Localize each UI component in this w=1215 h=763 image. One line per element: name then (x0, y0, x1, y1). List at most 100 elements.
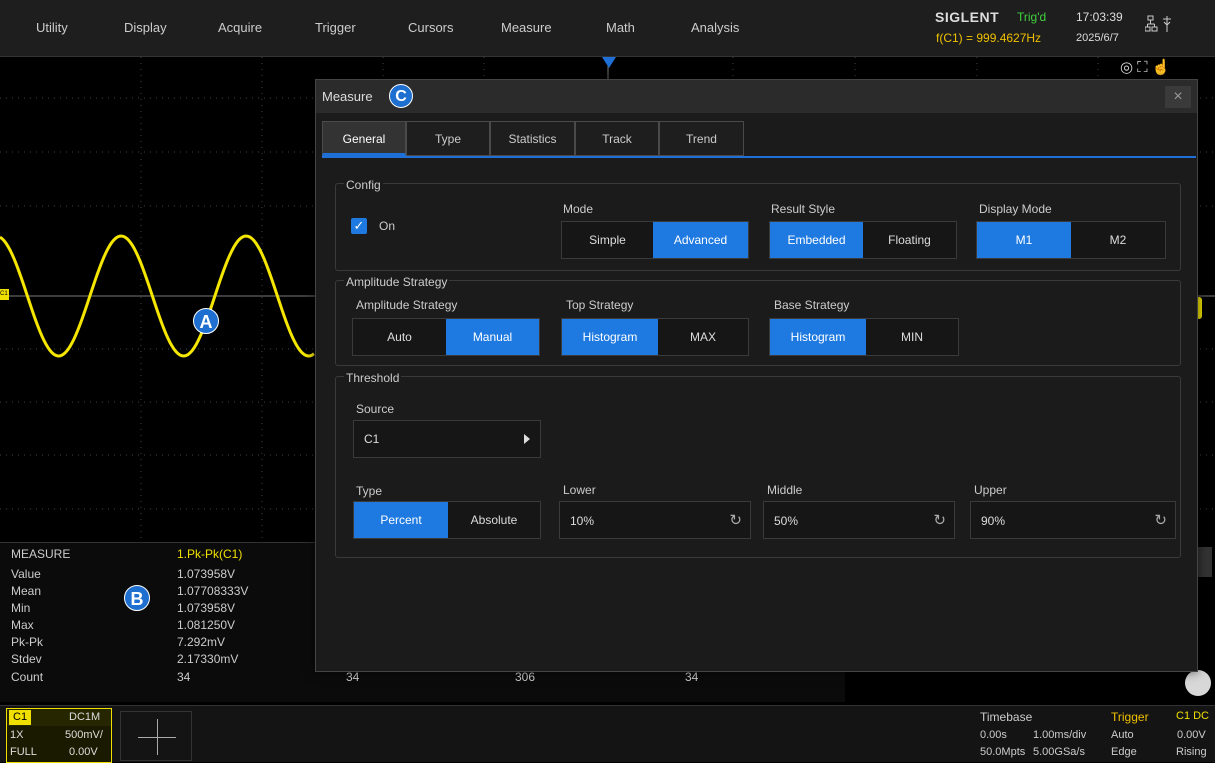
display-mode-m2-option[interactable]: M2 (1071, 222, 1165, 258)
dialog-titlebar[interactable]: Measure C × (316, 80, 1197, 113)
timebase-scale: 1.00ms/div (1033, 729, 1087, 741)
result-style-label: Result Style (771, 202, 836, 216)
top-histogram-option[interactable]: Histogram (562, 319, 658, 355)
amplitude-section-title: Amplitude Strategy (344, 275, 450, 289)
on-label: On (379, 219, 396, 233)
callout-marker-b: B (124, 585, 150, 611)
row-label: Stdev (11, 652, 42, 666)
row-label: Min (11, 601, 31, 615)
middle-threshold-input[interactable]: 50% ↻ (763, 501, 955, 539)
lower-threshold-input[interactable]: 10% ↻ (559, 501, 751, 539)
trigger-position-marker[interactable] (602, 57, 616, 68)
row-value: 1.073958V (177, 601, 236, 615)
source-dropdown[interactable]: C1 (353, 420, 541, 458)
source-label: Source (356, 402, 395, 416)
mode-advanced-option[interactable]: Advanced (653, 222, 748, 258)
plus-icon-stem (157, 719, 158, 755)
top-strategy-selector: Histogram MAX (561, 318, 749, 356)
bottom-status-bar: C1 DC1M 1X 500mV/ FULL 0.00V Timebase 0.… (0, 705, 1215, 763)
knob-adjust-icon[interactable]: ↻ (1154, 511, 1167, 529)
amplitude-manual-option[interactable]: Manual (446, 319, 539, 355)
result-style-embedded-option[interactable]: Embedded (770, 222, 863, 258)
ch1-offset: 0.00V (69, 746, 98, 758)
timebase-title[interactable]: Timebase (980, 710, 1032, 724)
row-label: Count (11, 670, 44, 684)
fullscreen-icon[interactable]: ⛶ (1137, 59, 1152, 76)
type-absolute-option[interactable]: Absolute (448, 502, 540, 538)
tab-trend[interactable]: Trend (659, 121, 744, 156)
amplitude-auto-option[interactable]: Auto (353, 319, 446, 355)
tab-track[interactable]: Track (575, 121, 659, 156)
menu-acquire[interactable]: Acquire (218, 0, 262, 57)
tab-statistics[interactable]: Statistics (490, 121, 575, 156)
lower-label: Lower (563, 483, 596, 497)
upper-value: 90% (981, 514, 1006, 528)
menu-utility[interactable]: Utility (36, 0, 68, 57)
row-value: 1.073958V (177, 567, 236, 581)
row-value: 7.292mV (177, 635, 226, 649)
knob-adjust-icon[interactable]: ↻ (729, 511, 742, 529)
ch1-label: C1 (9, 710, 32, 725)
source-value: C1 (364, 432, 380, 446)
row-label: Pk-Pk (11, 635, 44, 649)
trigger-source: C1 DC (1176, 710, 1210, 722)
ch1-info-box[interactable]: C1 DC1M 1X 500mV/ FULL 0.00V (6, 708, 112, 763)
menu-analysis[interactable]: Analysis (691, 0, 739, 57)
menu-trigger[interactable]: Trigger (315, 0, 356, 57)
base-strategy-label: Base Strategy (774, 298, 850, 312)
dialog-title: Measure (322, 89, 373, 104)
display-mode-m1-option[interactable]: M1 (977, 222, 1071, 258)
base-min-option[interactable]: MIN (866, 319, 958, 355)
network-icon (1145, 15, 1171, 32)
ch1-header: C1 DC1M (7, 709, 111, 726)
knob-adjust-icon[interactable]: ↻ (933, 511, 946, 529)
lower-value: 10% (570, 514, 595, 528)
ch1-offset-marker[interactable]: C1 (0, 289, 9, 300)
trigger-title[interactable]: Trigger (1111, 710, 1149, 724)
base-histogram-option[interactable]: Histogram (770, 319, 866, 355)
display-mode-selector: M1 M2 (976, 221, 1166, 259)
menu-toggle-button[interactable] (1185, 670, 1211, 696)
type-percent-option[interactable]: Percent (354, 502, 448, 538)
callout-marker-c: C (389, 84, 413, 108)
measure-header-value[interactable]: 1.Pk-Pk(C1) (177, 547, 242, 561)
row-value: 34 (346, 670, 360, 684)
tab-type[interactable]: Type (406, 121, 490, 156)
add-channel-button[interactable] (120, 711, 192, 761)
display-mode-label: Display Mode (979, 202, 1052, 216)
base-strategy-selector: Histogram MIN (769, 318, 959, 356)
menu-measure[interactable]: Measure (501, 0, 552, 57)
row-value: 1.07708333V (177, 584, 249, 598)
menu-display[interactable]: Display (124, 0, 167, 57)
row-value: 306 (515, 670, 536, 684)
panel-scroll-handle[interactable] (1197, 547, 1212, 577)
upper-threshold-input[interactable]: 90% ↻ (970, 501, 1176, 539)
camera-icon[interactable]: ◎ (1120, 59, 1137, 76)
middle-value: 50% (774, 514, 799, 528)
dialog-tabs: General Type Statistics Track Trend (322, 121, 1196, 158)
mode-label: Mode (563, 202, 594, 216)
row-value: 2.17330mV (177, 652, 239, 666)
frequency-counter: f(C1) = 999.4627Hz (936, 31, 1042, 45)
top-max-option[interactable]: MAX (658, 319, 748, 355)
timebase-rate: 5.00GSa/s (1033, 746, 1085, 758)
row-value: 34 (177, 670, 191, 684)
touch-icon[interactable]: ☝ (1152, 59, 1175, 76)
callout-marker-a: A (193, 308, 219, 334)
close-button[interactable]: × (1165, 86, 1191, 108)
brand-logo: SIGLENT (935, 9, 1000, 25)
menu-math[interactable]: Math (606, 0, 635, 57)
timebase-memory: 50.0Mpts (980, 746, 1026, 758)
trigger-type: Edge (1111, 746, 1137, 758)
on-checkbox[interactable]: ✓ (351, 218, 367, 234)
amplitude-strategy-selector: Auto Manual (352, 318, 540, 356)
ch1-scale: 500mV/ (65, 729, 103, 741)
tab-general[interactable]: General (322, 121, 406, 156)
result-style-floating-option[interactable]: Floating (863, 222, 956, 258)
row-value: 1.081250V (177, 618, 236, 632)
menu-cursors[interactable]: Cursors (408, 0, 454, 57)
screen-tools: ◎⛶☝ (1120, 58, 1174, 76)
ch1-coupling: DC1M (69, 711, 101, 723)
top-strategy-label: Top Strategy (566, 298, 634, 312)
mode-simple-option[interactable]: Simple (562, 222, 653, 258)
